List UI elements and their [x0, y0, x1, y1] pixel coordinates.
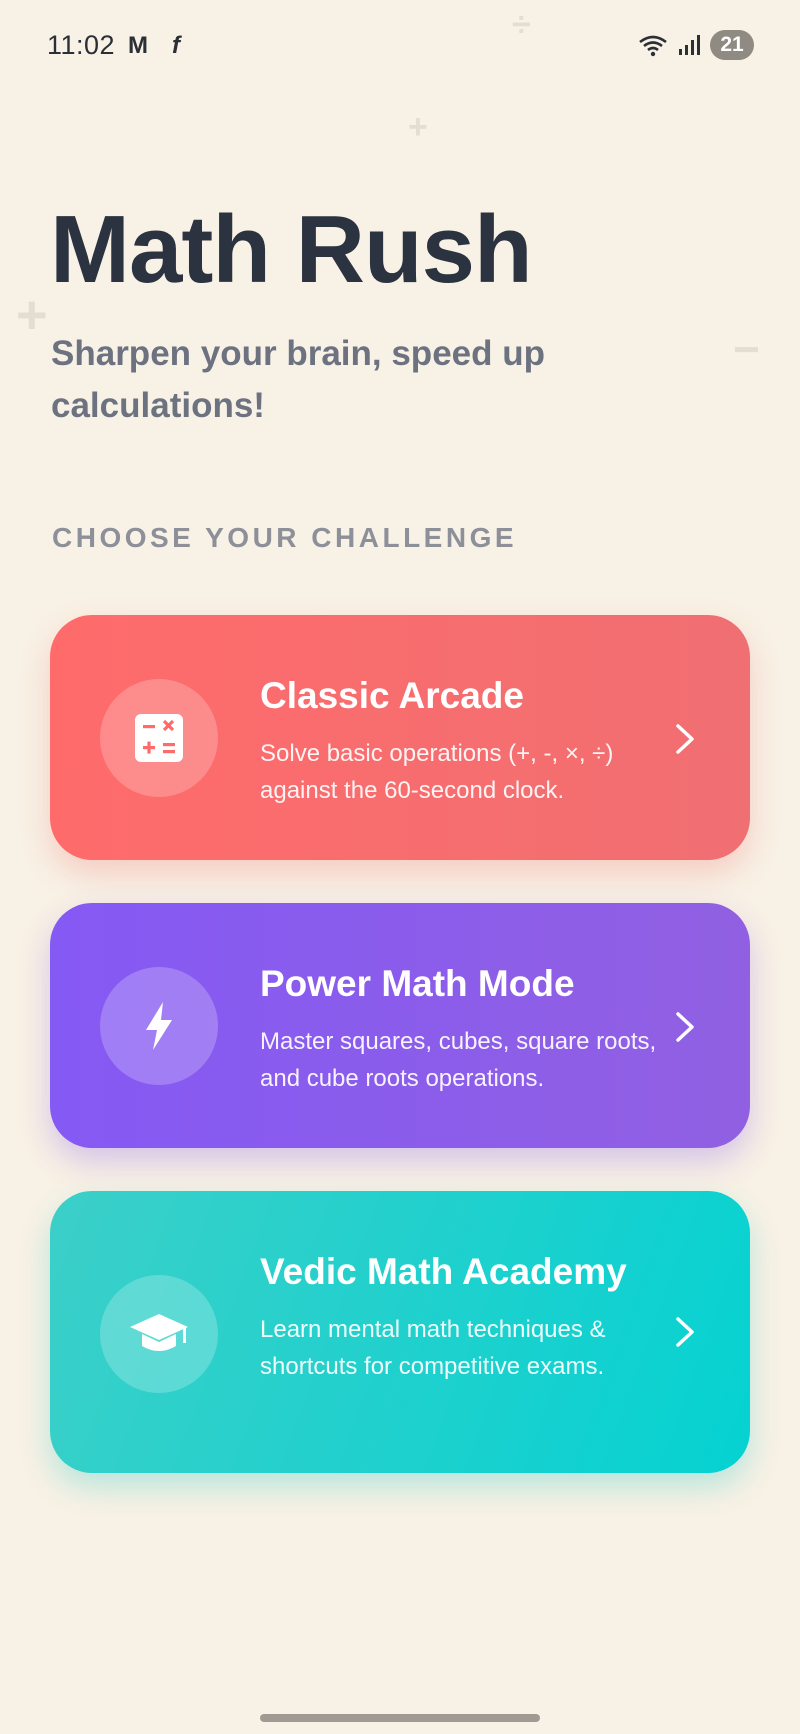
- plus-decoration-large: +: [16, 285, 48, 345]
- classic-arcade-card[interactable]: Classic Arcade Solve basic operations (+…: [50, 615, 750, 860]
- lightning-icon: [146, 1002, 172, 1050]
- plus-decoration: +: [408, 108, 428, 146]
- chevron-right-icon: [676, 1317, 694, 1347]
- app-subtitle: Sharpen your brain, speed up calculation…: [51, 334, 545, 425]
- vedic-math-description: Learn mental math techniques & shortcuts…: [260, 1316, 606, 1380]
- vedic-math-card[interactable]: Vedic Math Academy Learn mental math tec…: [50, 1191, 750, 1473]
- power-math-title: Power Math Mode: [260, 963, 575, 1004]
- chevron-right-icon: [676, 1012, 694, 1042]
- power-math-card[interactable]: Power Math Mode Master squares, cubes, s…: [50, 903, 750, 1148]
- app-title: Math Rush: [50, 196, 533, 303]
- graduation-cap-icon: [130, 1314, 188, 1351]
- classic-arcade-description: Solve basic operations (+, -, ×, ÷) agai…: [260, 740, 614, 804]
- vedic-math-title: Vedic Math Academy: [260, 1251, 627, 1292]
- home-indicator[interactable]: [260, 1714, 540, 1722]
- calculator-icon: [135, 714, 183, 762]
- section-heading: CHOOSE YOUR CHALLENGE: [52, 522, 518, 553]
- power-math-description: Master squares, cubes, square roots, and…: [260, 1028, 657, 1092]
- graduation-cap-icon-circle: [100, 1275, 218, 1393]
- signal-icon: [679, 35, 700, 55]
- system-icons: 21: [638, 30, 754, 60]
- classic-arcade-title: Classic Arcade: [260, 675, 524, 716]
- battery-indicator: 21: [710, 30, 754, 60]
- wifi-icon: [639, 35, 667, 57]
- divide-decoration: ÷: [512, 6, 531, 44]
- status-app-icon-f: f: [172, 32, 180, 59]
- calculator-icon-circle: [100, 679, 218, 797]
- status-time: 11:02: [47, 30, 116, 60]
- minus-decoration: −: [733, 323, 760, 375]
- status-bar: 11:02 M f 21: [0, 0, 800, 90]
- chevron-right-icon: [676, 724, 694, 754]
- status-app-icon-m: M: [128, 32, 148, 59]
- lightning-icon-circle: [100, 967, 218, 1085]
